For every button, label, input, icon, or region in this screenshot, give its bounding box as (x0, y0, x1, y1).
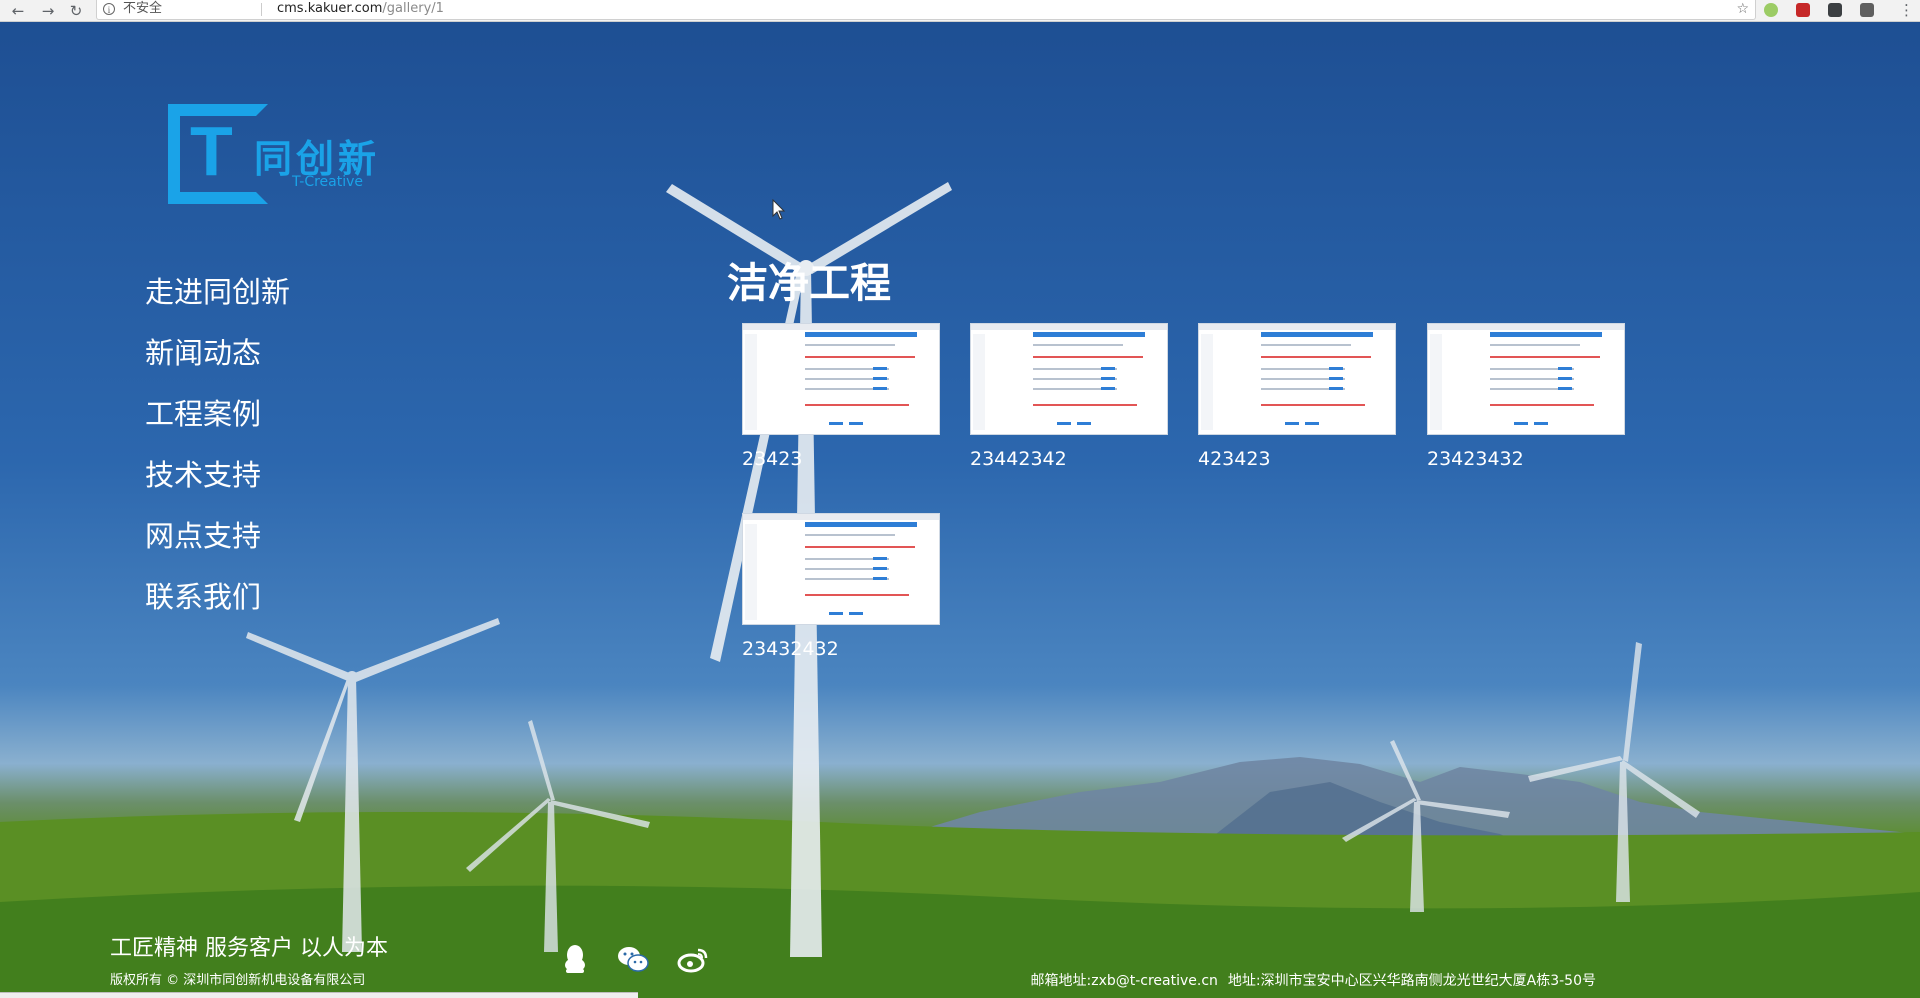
logo-letter: T (190, 112, 233, 190)
url-host: cms.kakuer.com (277, 1, 383, 16)
nav-item-news[interactable]: 新闻动态 (145, 333, 290, 373)
menu-dots-icon[interactable]: ⋮ (1899, 0, 1914, 20)
url-text: cms.kakuer.com/gallery/1 (277, 0, 444, 18)
gallery-caption[interactable]: 23423432 (1427, 447, 1625, 471)
mouse-cursor-icon (772, 199, 786, 220)
footer-copyright: 版权所有 © 深圳市同创新机电设备有限公司 (110, 973, 366, 988)
weibo-icon[interactable] (676, 942, 710, 976)
extension-glasses-icon[interactable] (1860, 3, 1874, 17)
back-arrow-icon[interactable]: ← (8, 1, 28, 21)
extension-green-icon[interactable] (1764, 3, 1778, 17)
info-icon[interactable]: i (103, 3, 115, 15)
extension-ublock-icon[interactable] (1796, 3, 1810, 17)
nav-item-support[interactable]: 技术支持 (145, 455, 290, 495)
footer-email: 邮箱地址:zxb@t-creative.cn (1030, 973, 1218, 989)
gallery-caption[interactable]: 23442342 (970, 447, 1168, 471)
gallery-thumbnail[interactable] (742, 513, 940, 625)
browser-status-bar (0, 992, 638, 998)
footer-slogan: 工匠精神 服务客户 以人为本 (110, 936, 388, 961)
site-logo[interactable]: T 同创新 T-Creative (168, 104, 418, 204)
nav-item-about[interactable]: 走进同创新 (145, 272, 290, 312)
nav-item-outlets[interactable]: 网点支持 (145, 516, 290, 556)
omnibox-divider (261, 3, 262, 16)
star-icon[interactable]: ☆ (1736, 0, 1749, 18)
gallery-thumbnail[interactable] (742, 323, 940, 435)
forward-arrow-icon[interactable]: → (38, 1, 58, 21)
nav-item-contact[interactable]: 联系我们 (145, 577, 290, 617)
qq-icon[interactable] (558, 942, 592, 976)
gallery-caption[interactable]: 23423 (742, 447, 940, 471)
wechat-icon[interactable] (616, 942, 650, 976)
nav-item-cases[interactable]: 工程案例 (145, 394, 290, 434)
logo-brand-en: T-Creative (292, 174, 364, 190)
page-title: 洁净工程 (727, 259, 891, 308)
gallery-item[interactable]: 423423 (1198, 323, 1396, 471)
gallery-thumbnail[interactable] (970, 323, 1168, 435)
address-bar[interactable]: i 不安全 cms.kakuer.com/gallery/1 ☆ (96, 0, 1756, 20)
gallery-thumbnail[interactable] (1427, 323, 1625, 435)
gallery-item[interactable]: 23423432 (1427, 323, 1625, 471)
gallery-caption[interactable]: 423423 (1198, 447, 1396, 471)
extension-dark-icon[interactable] (1828, 3, 1842, 17)
gallery-item[interactable]: 23432432 (742, 513, 940, 661)
footer-contact: 邮箱地址:zxb@t-creative.cn 地址:深圳市宝安中心区兴华路南侧龙光… (1031, 972, 1597, 990)
reload-icon[interactable]: ↻ (66, 1, 86, 21)
gallery-thumbnail[interactable] (1198, 323, 1396, 435)
footer-address: 地址:深圳市宝安中心区兴华路南侧龙光世纪大厦A栋3-50号 (1227, 973, 1596, 989)
main-nav: 走进同创新 新闻动态 工程案例 技术支持 网点支持 联系我们 (145, 272, 290, 638)
gallery-item[interactable]: 23442342 (970, 323, 1168, 471)
gallery-caption[interactable]: 23432432 (742, 637, 940, 661)
browser-toolbar: ← → ↻ i 不安全 cms.kakuer.com/gallery/1 ☆ ⋮ (0, 0, 1920, 22)
security-label: 不安全 (123, 1, 163, 16)
gallery-item[interactable]: 23423 (742, 323, 940, 471)
url-path: /gallery/1 (382, 1, 444, 16)
